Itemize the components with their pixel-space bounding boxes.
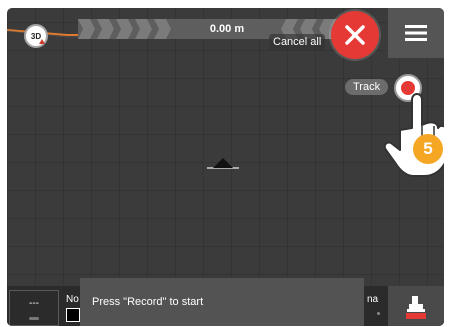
- view-mode-icon: [39, 39, 45, 44]
- left-status-label: No: [66, 294, 79, 305]
- view-mode-button[interactable]: 3D: [24, 24, 48, 48]
- close-icon: [345, 25, 365, 45]
- chevron-right-icon: [97, 19, 114, 39]
- menu-button[interactable]: [388, 8, 444, 58]
- color-swatch: [66, 308, 80, 322]
- status-dot: [377, 312, 380, 315]
- chevron-right-icon: [78, 19, 95, 39]
- chevron-right-icon: [135, 19, 152, 39]
- map-view[interactable]: 3D 0.00 m Cancel all Track 5 --- No na P…: [7, 8, 444, 326]
- pointing-hand-icon: [383, 93, 444, 177]
- speed-value: ---: [29, 298, 39, 309]
- machine-settings-button[interactable]: [388, 286, 444, 326]
- right-status-label: na: [367, 294, 379, 305]
- lightbar-left-chevrons: [78, 19, 173, 39]
- distance-readout: 0.00 m: [209, 23, 245, 35]
- cancel-all-label: Cancel all: [269, 34, 326, 50]
- tractor-icon: [406, 296, 426, 319]
- hamburger-menu-icon: [405, 25, 427, 41]
- vehicle-marker-icon: [207, 158, 239, 169]
- chevron-right-icon: [116, 19, 133, 39]
- speed-indicator[interactable]: ---: [9, 290, 59, 326]
- chevron-right-icon: [154, 19, 171, 39]
- cancel-all-button[interactable]: [331, 11, 379, 59]
- message-toast: Press "Record" to start: [80, 278, 364, 326]
- speed-bar: [29, 317, 39, 320]
- step-number-badge: 5: [413, 134, 443, 164]
